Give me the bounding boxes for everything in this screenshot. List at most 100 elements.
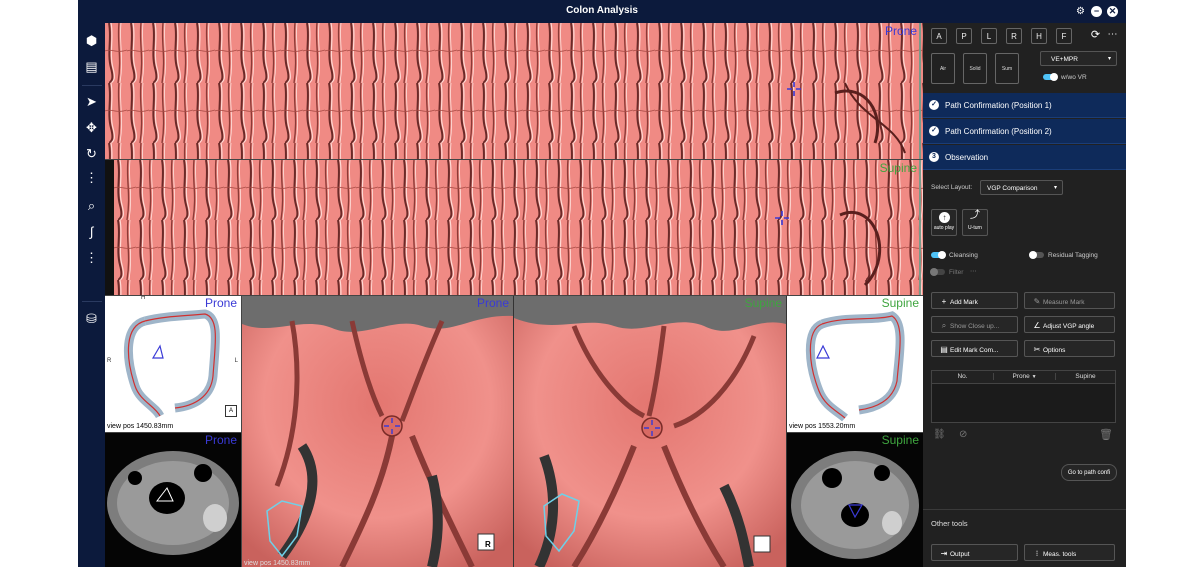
edit-mark-comment-button[interactable]: ▤ Edit Mark Com... — [931, 340, 1018, 357]
auto-play-button[interactable]: ↑ auto play — [931, 209, 957, 236]
search-icon: ⌕ — [941, 321, 947, 330]
step-path-confirmation-2[interactable]: ✓ Path Confirmation (Position 2) — [923, 119, 1126, 144]
u-turn-button[interactable]: ⤴ U-turn — [962, 209, 988, 236]
endo-label-supine: Supine — [744, 296, 782, 310]
col-no[interactable]: No. — [932, 373, 994, 380]
minimize-icon[interactable]: − — [1091, 6, 1102, 17]
zoom-icon[interactable]: ⌕ — [83, 197, 100, 214]
crosshair-marker[interactable] — [787, 82, 801, 96]
go-to-path-confirmation-button[interactable]: Go to path confi — [1061, 464, 1117, 481]
comment-icon: ▤ — [940, 345, 948, 354]
other-tools-heading: Other tools — [931, 519, 968, 528]
filter-label: Filter — [949, 269, 964, 276]
more-horizontal-icon-2[interactable]: ⋯ — [970, 267, 977, 275]
divider — [923, 509, 1126, 510]
add-mark-label: Add Mark — [950, 299, 978, 306]
cleansing-toggle[interactable] — [931, 251, 946, 259]
render-mode-value: VE+MPR — [1051, 56, 1078, 63]
vgp-strip-prone[interactable]: Prone — [105, 23, 923, 160]
toolbar-divider-2 — [82, 301, 102, 302]
view-button-r[interactable]: R — [1006, 28, 1022, 44]
show-close-up-button[interactable]: ⌕ Show Close up... — [931, 316, 1018, 333]
clipboard-icon[interactable]: ▤ — [83, 58, 100, 75]
ct-slice-supine[interactable]: Supine — [787, 433, 923, 567]
step-number-icon: 3 — [929, 152, 939, 162]
meas-tools-button[interactable]: ⁝ Meas. tools — [1024, 544, 1115, 561]
orient-h: H — [141, 296, 146, 301]
mode-air-button[interactable]: Air — [931, 53, 955, 84]
show-close-up-label: Show Close up... — [950, 323, 1000, 330]
unlink-icon[interactable]: ⊘ — [959, 429, 967, 440]
ct-slice-prone[interactable]: Prone — [105, 433, 242, 567]
cleansing-label: Cleansing — [949, 252, 978, 259]
col-supine[interactable]: Supine — [1056, 373, 1115, 380]
crosshair-marker-2[interactable] — [775, 211, 789, 225]
endoscopic-view-prone[interactable]: R Prone view pos 1450.83mm — [242, 296, 514, 567]
output-button[interactable]: ⇥ Output — [931, 544, 1018, 561]
view-button-l[interactable]: L — [981, 28, 997, 44]
more-vertical-icon-2[interactable]: ⋮ — [83, 249, 100, 266]
view-button-h[interactable]: H — [1031, 28, 1047, 44]
vr-label-supine: Supine — [881, 296, 919, 310]
view-button-f[interactable]: F — [1056, 28, 1072, 44]
step-label-3: Observation — [945, 153, 989, 162]
vgp-strip-supine[interactable]: Supine — [105, 160, 923, 296]
sort-desc-icon: ▼ — [1031, 374, 1037, 380]
measure-icon: ⁝ — [1035, 549, 1039, 558]
settings-icon[interactable]: ⚙ — [1075, 6, 1086, 17]
orient-badge: A — [225, 405, 237, 417]
endo-view-pos: view pos 1450.83mm — [244, 560, 311, 567]
marks-table[interactable]: No. Prone ▼ Supine — [931, 370, 1116, 423]
meas-tools-label: Meas. tools — [1043, 551, 1077, 558]
side-panel: APLRHF ⟳ ⋯ Air Solid Sum VE+MPR ▾ w/wo V… — [923, 23, 1126, 567]
colon-vr-prone[interactable]: H R L Prone A view pos 1450.83mm — [105, 296, 242, 433]
step-path-confirmation-1[interactable]: ✓ Path Confirmation (Position 1) — [923, 93, 1126, 118]
more-horizontal-icon[interactable]: ⋯ — [1107, 29, 1118, 40]
residual-tagging-label: Residual Tagging — [1048, 252, 1098, 259]
orient-r: R — [107, 358, 112, 364]
col-prone[interactable]: Prone ▼ — [994, 373, 1056, 380]
more-vertical-icon[interactable]: ⋮ — [83, 169, 100, 186]
view-button-a[interactable]: A — [931, 28, 947, 44]
strip-label-prone: Prone — [884, 24, 917, 38]
measure-mark-button[interactable]: ✎ Measure Mark — [1024, 292, 1115, 309]
orientation-cube[interactable]: R — [485, 540, 491, 549]
sync-icon[interactable]: ⟳ — [1090, 30, 1101, 41]
vr-toggle-label: w/wo VR — [1061, 74, 1087, 81]
add-mark-button[interactable]: + Add Mark — [931, 292, 1018, 309]
layout-select[interactable]: VGP Comparison ▾ — [980, 180, 1063, 195]
image-viewer[interactable]: Prone Supine H R L Prone A view pos 1450… — [105, 23, 923, 567]
cube-icon[interactable]: ⬢ — [83, 32, 100, 49]
adjust-vgp-angle-button[interactable]: ∠ Adjust VGP angle — [1024, 316, 1115, 333]
filter-toggle[interactable] — [930, 268, 945, 276]
database-settings-icon[interactable]: ⛁ — [83, 310, 100, 327]
rotate-icon[interactable]: ↻ — [83, 145, 100, 162]
residual-tagging-toggle[interactable] — [1029, 251, 1044, 259]
pointer-icon[interactable]: ➤ — [83, 93, 100, 110]
options-label: Options — [1043, 347, 1066, 354]
endoscopic-view-supine[interactable]: Supine — [514, 296, 787, 567]
check-icon: ✓ — [929, 100, 939, 110]
move-icon[interactable]: ✥ — [83, 119, 100, 136]
left-toolbar: ⬢ ▤ ➤ ✥ ↻ ⋮ ⌕ ∫ ⋮ ⛁ — [78, 23, 105, 567]
step-label: Path Confirmation (Position 1) — [945, 101, 1052, 110]
step-observation[interactable]: 3 Observation — [923, 145, 1126, 170]
options-button[interactable]: ✂ Options — [1024, 340, 1115, 357]
mode-sum-button[interactable]: Sum — [995, 53, 1019, 84]
view-button-p[interactable]: P — [956, 28, 972, 44]
adjust-vgp-label: Adjust VGP angle — [1043, 323, 1095, 330]
tools-icon: ✂ — [1033, 345, 1041, 354]
link-icon[interactable]: ⛓ — [933, 429, 946, 440]
curve-icon[interactable]: ∫ — [83, 223, 100, 240]
ruler-icon: ✎ — [1033, 297, 1041, 306]
colon-vr-supine[interactable]: Supine view pos 1553.20mm — [787, 296, 923, 433]
trash-icon[interactable]: 🗑 — [1099, 428, 1113, 441]
step-label-2: Path Confirmation (Position 2) — [945, 127, 1052, 136]
window-title: Colon Analysis — [566, 5, 638, 16]
mode-solid-button[interactable]: Solid — [963, 53, 987, 84]
view-pos-readout-supine: view pos 1553.20mm — [787, 423, 858, 430]
vr-toggle[interactable] — [1043, 73, 1058, 81]
close-icon[interactable]: ✕ — [1107, 6, 1118, 17]
render-mode-select[interactable]: VE+MPR ▾ — [1040, 51, 1117, 66]
output-label: Output — [950, 551, 970, 558]
